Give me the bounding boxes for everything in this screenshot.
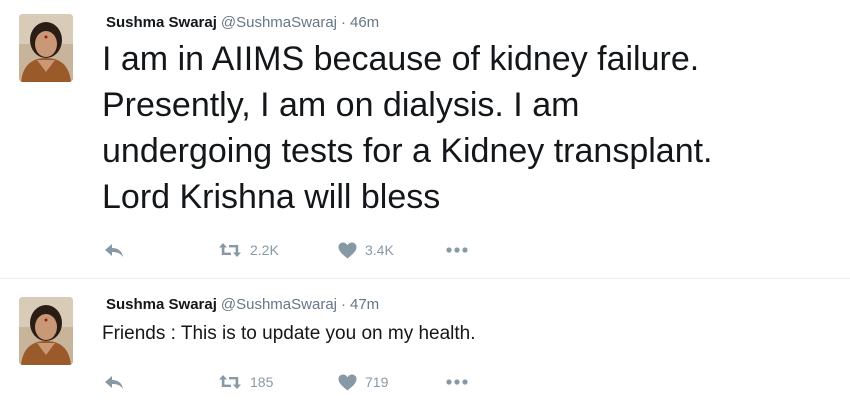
profile-photo-icon [19, 14, 73, 82]
more-button[interactable] [446, 238, 468, 262]
reply-button[interactable] [104, 370, 124, 394]
heart-icon [338, 242, 357, 258]
profile-photo-icon [19, 297, 73, 365]
like-count: 3.4K [365, 242, 394, 258]
reply-icon [105, 244, 123, 257]
tweet-header: Sushma Swaraj @SushmaSwaraj · 46m [106, 14, 379, 32]
separator: · [341, 296, 346, 313]
tweet-actions: 2.2K 3.4K [104, 238, 504, 262]
tweet-actions: 185 719 [104, 370, 504, 394]
like-count: 719 [365, 374, 389, 390]
retweet-count: 2.2K [250, 242, 279, 258]
like-button[interactable]: 3.4K [338, 238, 394, 262]
avatar[interactable] [19, 297, 73, 365]
reply-icon [105, 376, 123, 389]
reply-button[interactable] [104, 238, 124, 262]
retweet-icon [219, 243, 241, 257]
more-icon [446, 247, 468, 253]
retweet-icon [219, 375, 241, 389]
avatar[interactable] [19, 14, 73, 82]
tweet-header: Sushma Swaraj @SushmaSwaraj · 47m [106, 296, 379, 314]
author-name[interactable]: Sushma Swaraj [106, 14, 217, 31]
tweet[interactable]: Sushma Swaraj @SushmaSwaraj · 46m I am in A… [0, 0, 850, 279]
tweet[interactable]: Sushma Swaraj @SushmaSwaraj · 47m Friends :… [0, 279, 850, 410]
author-handle[interactable]: @SushmaSwaraj [221, 14, 337, 31]
timestamp[interactable]: 47m [350, 296, 379, 313]
more-icon [446, 379, 468, 385]
tweet-text: I am in AIIMS because of kidney failure.… [102, 40, 713, 216]
author-name[interactable]: Sushma Swaraj [106, 296, 217, 313]
retweet-button[interactable]: 2.2K [218, 238, 279, 262]
like-button[interactable]: 719 [338, 370, 388, 394]
heart-icon [338, 374, 357, 390]
tweet-text: Friends : This is to update you on my he… [102, 323, 476, 344]
separator: · [341, 14, 346, 31]
retweet-button[interactable]: 185 [218, 370, 273, 394]
timestamp[interactable]: 46m [350, 14, 379, 31]
author-handle[interactable]: @SushmaSwaraj [221, 296, 337, 313]
more-button[interactable] [446, 370, 468, 394]
retweet-count: 185 [250, 374, 274, 390]
